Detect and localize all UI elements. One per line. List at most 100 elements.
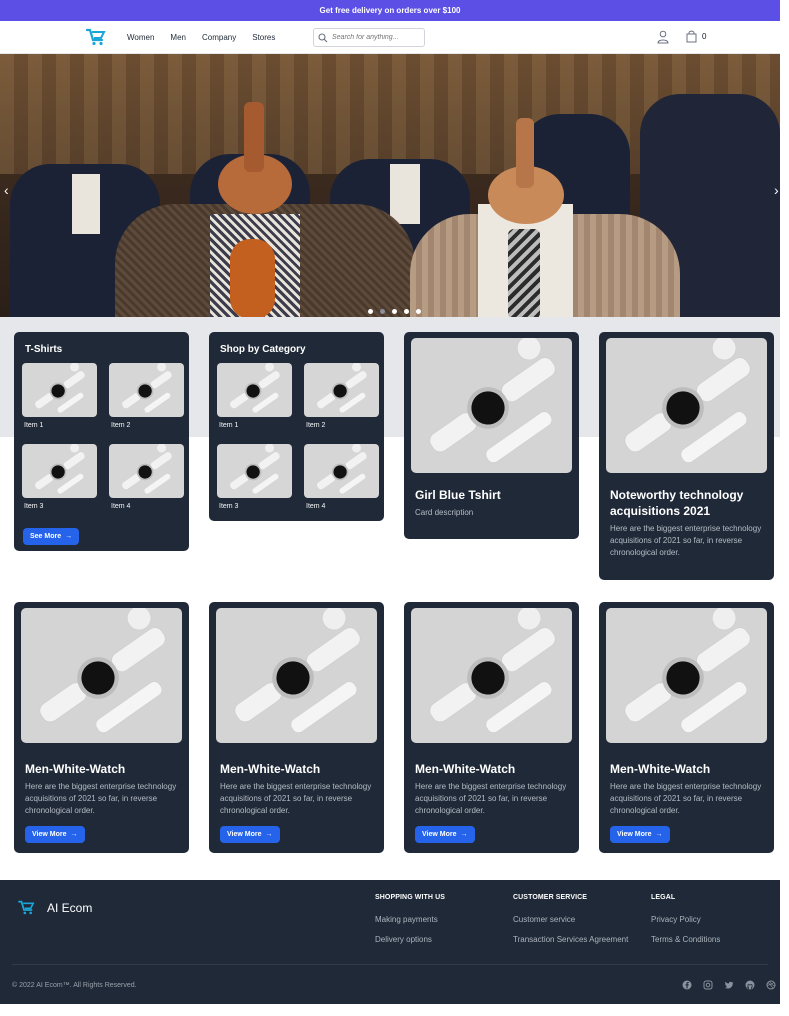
grid-item-label: Item 4	[111, 503, 131, 510]
grid-item[interactable]: Item 4	[109, 444, 184, 525]
github-icon[interactable]	[745, 980, 755, 990]
product-title: Men-White-Watch	[610, 762, 711, 776]
facebook-icon[interactable]	[682, 980, 692, 990]
footer-link[interactable]: Transaction Services Agreement	[513, 935, 628, 944]
grid-item[interactable]: Item 2	[109, 363, 184, 444]
watch-image-icon	[624, 608, 751, 734]
view-more-button[interactable]: View More →	[415, 826, 475, 843]
view-more-label: View More	[617, 831, 652, 838]
search-icon	[318, 32, 328, 42]
feature-card-title: Noteworthy technology acquisitions 2021	[610, 488, 744, 518]
product-card: Men-White-Watch Here are the biggest ent…	[209, 602, 384, 853]
arrow-right-icon: →	[65, 533, 73, 540]
carousel-dot-2[interactable]	[380, 309, 385, 314]
watch-image-icon	[316, 444, 368, 495]
hero-carousel: ‹ ›	[0, 54, 780, 318]
grid-item[interactable]: Item 3	[22, 444, 97, 525]
grid-item[interactable]: Item 3	[217, 444, 292, 521]
cart-count: 0	[702, 32, 707, 41]
footer-link[interactable]: Privacy Policy	[651, 915, 720, 924]
footer-link[interactable]: Delivery options	[375, 935, 445, 944]
nav-company[interactable]: Company	[202, 33, 236, 42]
grid-item[interactable]: Item 1	[217, 363, 292, 444]
dribbble-icon[interactable]	[766, 980, 776, 990]
footer-brand-name: AI Ecom	[47, 900, 93, 915]
nav-women[interactable]: Women	[127, 33, 154, 42]
view-more-label: View More	[422, 831, 457, 838]
arrow-right-icon: →	[265, 831, 273, 838]
grid-item[interactable]: Item 2	[304, 363, 379, 444]
nav-men[interactable]: Men	[170, 33, 186, 42]
category-card: Shop by Category Item 1 Item 2 Item 3 It…	[209, 332, 384, 521]
shopping-bag-icon	[686, 30, 697, 43]
tshirts-card: T-Shirts Item 1 Item 2 Item 3 Item 4 See…	[14, 332, 189, 551]
carousel-dot-1[interactable]	[368, 309, 373, 314]
footer-link[interactable]: Customer service	[513, 915, 628, 924]
carousel-next-icon[interactable]: ›	[774, 182, 779, 198]
view-more-label: View More	[227, 831, 262, 838]
search-input[interactable]	[332, 34, 420, 41]
promo-text: Get free delivery on orders over $100	[319, 6, 461, 15]
main-nav: Women Men Company Stores	[127, 21, 275, 54]
carousel-dot-3[interactable]	[392, 309, 397, 314]
tshirts-card-title: T-Shirts	[25, 344, 63, 355]
view-more-button[interactable]: View More →	[25, 826, 85, 843]
product-desc: Here are the biggest enterprise technolo…	[415, 782, 567, 815]
carousel-dot-5[interactable]	[416, 309, 421, 314]
footer-column-shopping: SHOPPING WITH US Making payments Deliver…	[375, 894, 445, 955]
feature-card-title: Girl Blue Tshirt	[415, 488, 501, 502]
footer-column-heading: CUSTOMER SERVICE	[513, 894, 588, 901]
arrow-right-icon: →	[70, 831, 78, 838]
logo-cart-icon[interactable]	[85, 28, 106, 46]
product-title: Men-White-Watch	[415, 762, 516, 776]
carousel-dot-4[interactable]	[404, 309, 409, 314]
carousel-prev-icon[interactable]: ‹	[4, 182, 9, 198]
watch-image-icon	[229, 363, 281, 414]
watch-image-icon	[39, 608, 166, 734]
arrow-right-icon: →	[655, 831, 663, 838]
view-more-button[interactable]: View More →	[610, 826, 670, 843]
header: Women Men Company Stores 0	[0, 21, 780, 54]
watch-image-icon	[34, 363, 86, 414]
footer: AI Ecom SHOPPING WITH US Making payments…	[0, 880, 780, 1004]
product-title: Men-White-Watch	[220, 762, 321, 776]
grid-item-label: Item 2	[111, 422, 131, 429]
product-image	[411, 338, 572, 473]
watch-image-icon	[316, 363, 368, 414]
arrow-right-icon: →	[460, 831, 468, 838]
footer-link[interactable]: Terms & Conditions	[651, 935, 720, 944]
feature-card[interactable]: Girl Blue Tshirt Card description	[404, 332, 579, 539]
grid-item[interactable]: Item 4	[304, 444, 379, 521]
search-box	[313, 28, 425, 47]
product-desc: Here are the biggest enterprise technolo…	[25, 782, 177, 815]
footer-column-customer-service: CUSTOMER SERVICE Customer service Transa…	[513, 894, 628, 955]
product-image	[606, 338, 767, 473]
footer-brand[interactable]: AI Ecom	[18, 900, 92, 915]
see-more-button[interactable]: See More →	[23, 528, 80, 545]
view-more-button[interactable]: View More →	[220, 826, 280, 843]
grid-item-label: Item 3	[24, 503, 44, 510]
page: Get free delivery on orders over $100 Wo…	[0, 0, 780, 1016]
watch-image-icon	[121, 444, 173, 495]
product-card: Men-White-Watch Here are the biggest ent…	[404, 602, 579, 853]
footer-column-heading: LEGAL	[651, 894, 676, 901]
feature-card[interactable]: Noteworthy technology acquisitions 2021 …	[599, 332, 774, 580]
product-image	[216, 608, 377, 743]
logo-cart-icon	[18, 900, 35, 915]
footer-link[interactable]: Making payments	[375, 915, 445, 924]
cart-button[interactable]: 0	[686, 30, 706, 43]
grid-item-label: Item 1	[24, 422, 44, 429]
grid-item[interactable]: Item 1	[22, 363, 97, 444]
nav-stores[interactable]: Stores	[252, 33, 275, 42]
product-desc: Here are the biggest enterprise technolo…	[220, 782, 372, 815]
twitter-icon[interactable]	[724, 980, 734, 990]
product-image	[21, 608, 182, 743]
instagram-icon[interactable]	[703, 980, 713, 990]
watch-image-icon	[429, 338, 556, 464]
grid-item-label: Item 3	[219, 503, 239, 510]
watch-image-icon	[429, 608, 556, 734]
watch-image-icon	[121, 363, 173, 414]
product-title: Men-White-Watch	[25, 762, 126, 776]
user-icon[interactable]	[657, 30, 669, 44]
watch-image-icon	[234, 608, 361, 734]
